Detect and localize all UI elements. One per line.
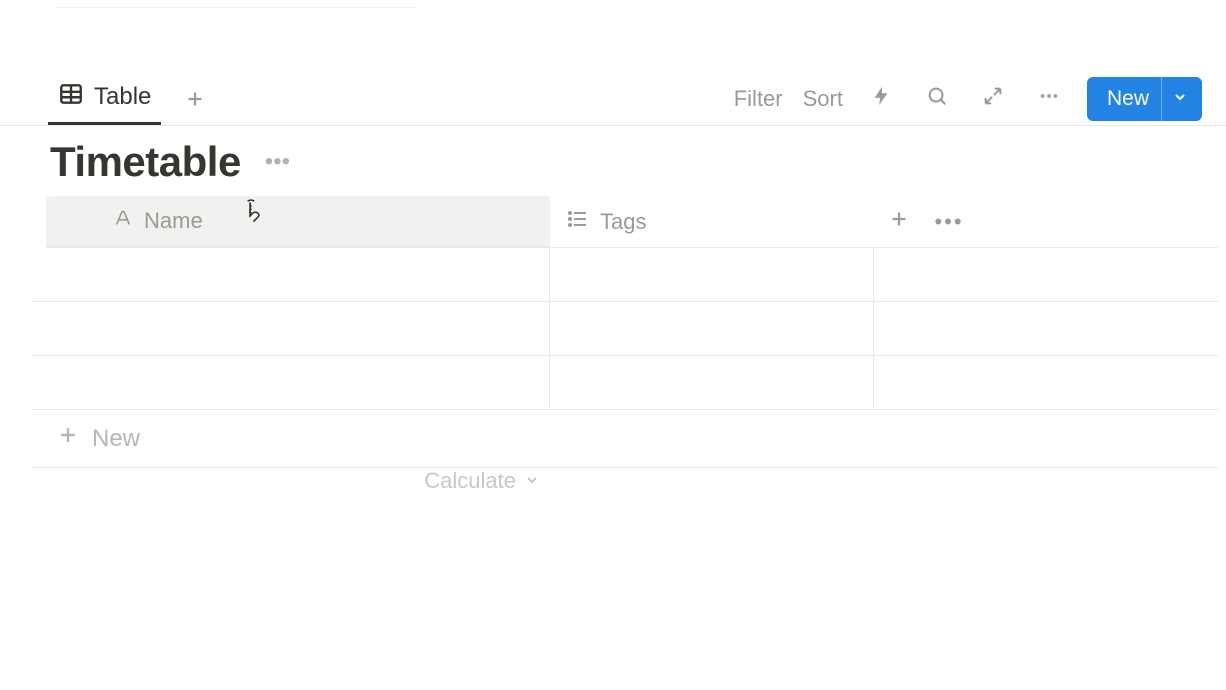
add-view-button[interactable] xyxy=(175,79,215,119)
sort-label: Sort xyxy=(803,86,843,112)
calculate-button[interactable]: Calculate xyxy=(32,468,550,494)
expand-button[interactable] xyxy=(975,81,1011,117)
cell-name[interactable] xyxy=(32,356,550,409)
add-column-button[interactable] xyxy=(874,196,924,247)
table-row[interactable] xyxy=(32,248,1218,302)
cell-empty xyxy=(874,356,1218,409)
filter-button[interactable]: Filter xyxy=(734,81,783,117)
new-button-label: New xyxy=(1107,87,1149,111)
top-divider-fragment xyxy=(56,0,416,8)
text-property-icon xyxy=(112,207,134,235)
lightning-icon xyxy=(870,85,892,112)
filter-label: Filter xyxy=(734,86,783,112)
column-options-button[interactable]: ••• xyxy=(924,196,974,247)
tab-table[interactable]: Table xyxy=(48,72,161,125)
column-header-tags[interactable]: Tags xyxy=(550,196,874,247)
more-button[interactable] xyxy=(1031,81,1067,117)
more-horizontal-icon: ••• xyxy=(265,148,290,175)
cell-empty xyxy=(874,248,1218,301)
table-icon xyxy=(58,81,84,114)
calculate-label: Calculate xyxy=(424,468,516,494)
views-toolbar: Table Filter Sort xyxy=(0,72,1226,126)
cell-name[interactable] xyxy=(32,302,550,355)
table-row[interactable] xyxy=(32,302,1218,356)
new-button-dropdown[interactable] xyxy=(1161,77,1188,121)
tab-table-label: Table xyxy=(94,83,151,111)
database-title-more-button[interactable]: ••• xyxy=(259,144,296,180)
column-header-tags-label: Tags xyxy=(600,209,646,235)
table-body: New xyxy=(32,248,1218,468)
new-button[interactable]: New xyxy=(1087,77,1202,121)
cell-empty xyxy=(874,302,1218,355)
database-title[interactable]: Timetable xyxy=(50,138,241,186)
column-header-name-label: Name xyxy=(144,208,203,234)
toolbar-right: Filter Sort xyxy=(734,77,1202,121)
column-header-name[interactable]: Name xyxy=(46,196,550,247)
plus-icon xyxy=(888,208,910,235)
cell-tags[interactable] xyxy=(550,302,874,355)
new-row-button[interactable]: New xyxy=(32,410,1218,468)
cell-tags[interactable] xyxy=(550,356,874,409)
more-horizontal-icon xyxy=(1038,85,1060,112)
cell-tags[interactable] xyxy=(550,248,874,301)
cell-name[interactable] xyxy=(32,248,550,301)
expand-icon xyxy=(982,85,1004,112)
automations-button[interactable] xyxy=(863,81,899,117)
table-row[interactable] xyxy=(32,356,1218,410)
sort-button[interactable]: Sort xyxy=(803,81,843,117)
more-horizontal-icon: ••• xyxy=(934,209,963,235)
multiselect-property-icon xyxy=(566,207,590,237)
search-icon xyxy=(926,85,948,112)
chevron-down-icon xyxy=(1172,87,1188,111)
database-title-row: Timetable ••• xyxy=(50,138,296,186)
table-column-headers: Name Tags xyxy=(46,196,1218,248)
new-row-label: New xyxy=(92,425,140,453)
chevron-down-icon xyxy=(524,468,540,494)
search-button[interactable] xyxy=(919,81,955,117)
plus-icon xyxy=(56,423,80,454)
